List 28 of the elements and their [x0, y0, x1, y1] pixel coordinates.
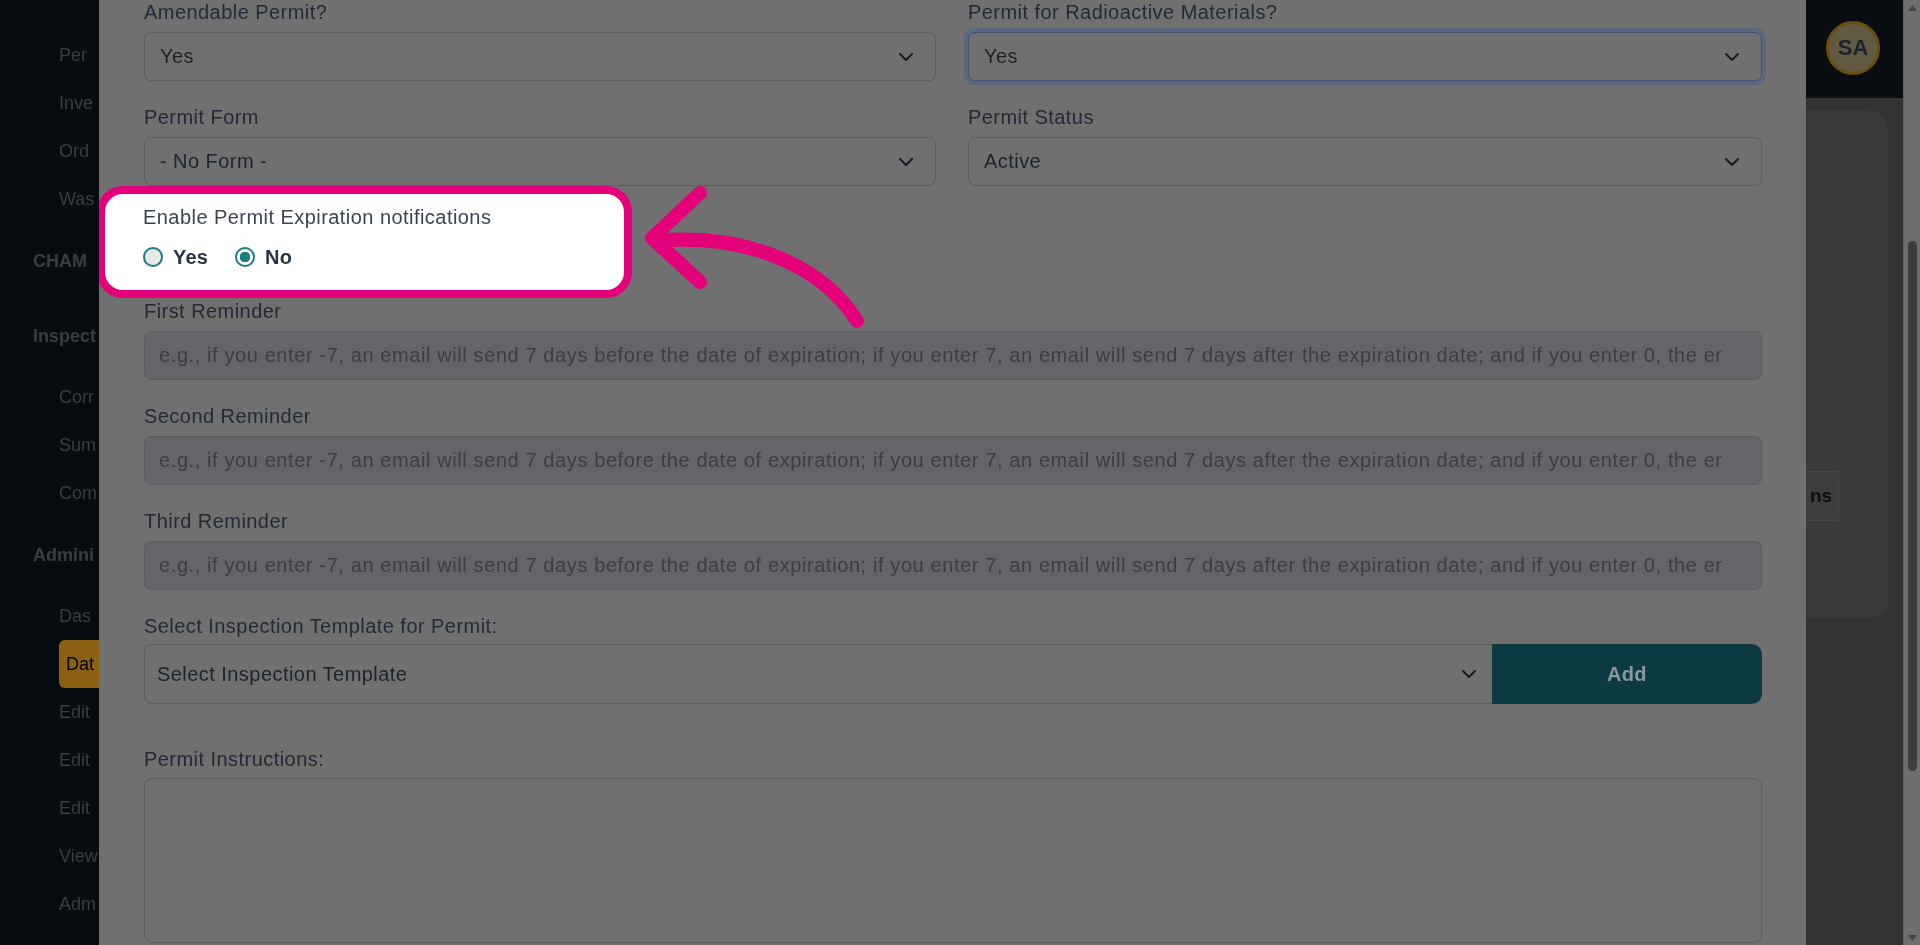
radio-option[interactable]: Yes — [143, 245, 209, 269]
radio-option[interactable]: No — [235, 245, 293, 269]
sidebar-item[interactable]: Dat — [59, 640, 99, 688]
select-field[interactable]: - No Form - — [144, 137, 936, 186]
field-label: Permit Form — [144, 105, 259, 129]
field-label: First Reminder — [144, 299, 282, 323]
chevron-down-icon — [899, 52, 913, 61]
add-button[interactable]: Add — [1492, 644, 1762, 704]
field-label: Third Reminder — [144, 509, 289, 533]
scroll-up-icon[interactable] — [1907, 5, 1917, 11]
field-label: Enable Permit Expiration notifications — [143, 205, 492, 229]
field-label: Amendable Permit? — [144, 0, 328, 24]
scrollbar-thumb[interactable] — [1907, 241, 1917, 771]
field-label: Permit Instructions: — [144, 747, 325, 771]
chevron-down-icon — [1725, 157, 1739, 166]
field-label: Permit Status — [968, 105, 1094, 129]
select-field[interactable]: Yes — [144, 32, 936, 81]
scroll-down-icon[interactable] — [1907, 935, 1917, 941]
template-select[interactable]: Select Inspection Template — [144, 644, 1492, 704]
scrollbar[interactable] — [1903, 0, 1920, 945]
chevron-down-icon — [1462, 670, 1476, 678]
avatar[interactable]: SA — [1826, 21, 1880, 75]
select-field[interactable]: Active — [968, 137, 1762, 186]
chevron-down-icon — [1725, 52, 1739, 61]
chevron-down-icon — [899, 157, 913, 166]
field-label: Select Inspection Template for Permit: — [144, 614, 498, 638]
field-label: Permit for Radioactive Materials? — [968, 0, 1278, 24]
field-label: Second Reminder — [144, 404, 311, 428]
